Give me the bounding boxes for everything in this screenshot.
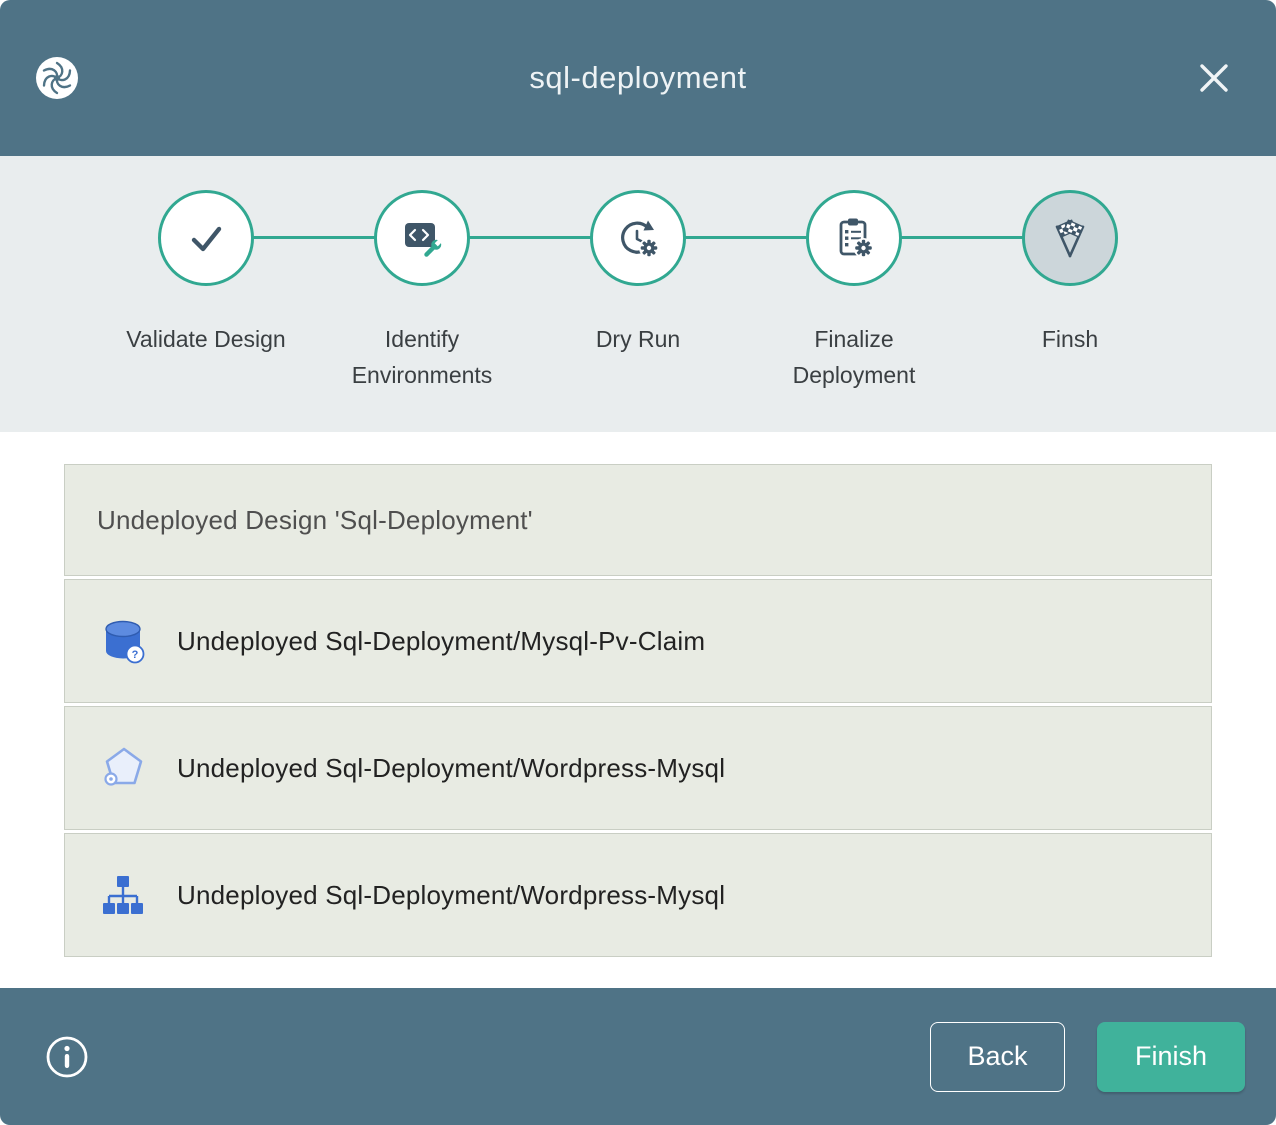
close-icon[interactable] xyxy=(1192,56,1236,100)
step-dry-run[interactable]: Dry Run xyxy=(530,190,746,393)
step-label: Dry Run xyxy=(596,322,680,358)
message-text: Undeployed Design 'Sql-Deployment' xyxy=(97,505,533,536)
history-gear-icon xyxy=(590,190,686,286)
info-icon[interactable] xyxy=(44,1034,90,1080)
node-type-icon xyxy=(97,742,149,794)
deployment-wizard-modal: sql-deployment Validate Design xyxy=(0,0,1276,1125)
topology-icon xyxy=(97,869,149,921)
code-wrench-icon xyxy=(374,190,470,286)
list-item: Undeployed Sql-Deployment/Wordpress-Mysq… xyxy=(64,833,1212,957)
list-item: ? Undeployed Sql-Deployment/Mysql-Pv-Cla… xyxy=(64,579,1212,703)
message-text: Undeployed Sql-Deployment/Wordpress-Mysq… xyxy=(177,753,725,784)
checkered-flags-icon xyxy=(1022,190,1118,286)
step-finish[interactable]: Finsh xyxy=(962,190,1178,393)
step-label: Finalize Deployment xyxy=(754,322,954,393)
modal-footer: Back Finish xyxy=(0,988,1276,1125)
modal-title: sql-deployment xyxy=(0,60,1276,96)
step-label: Identify Environments xyxy=(322,322,522,393)
clipboard-gear-icon xyxy=(806,190,902,286)
database-icon: ? xyxy=(97,615,149,667)
message-text: Undeployed Sql-Deployment/Mysql-Pv-Claim xyxy=(177,626,705,657)
step-label: Finsh xyxy=(1042,322,1098,358)
list-item: Undeployed Sql-Deployment/Wordpress-Mysq… xyxy=(64,706,1212,830)
app-logo-icon xyxy=(34,55,80,101)
list-item: Undeployed Design 'Sql-Deployment' xyxy=(64,464,1212,576)
back-button[interactable]: Back xyxy=(930,1022,1065,1092)
wizard-stepper: Validate Design xyxy=(0,156,1276,432)
finish-button[interactable]: Finish xyxy=(1097,1022,1245,1092)
deployment-messages-panel: Undeployed Design 'Sql-Deployment' ? Und… xyxy=(0,432,1276,988)
svg-text:?: ? xyxy=(132,649,139,661)
message-text: Undeployed Sql-Deployment/Wordpress-Mysq… xyxy=(177,880,725,911)
modal-header: sql-deployment xyxy=(0,0,1276,156)
step-finalize-deployment[interactable]: Finalize Deployment xyxy=(746,190,962,393)
step-identify-environments[interactable]: Identify Environments xyxy=(314,190,530,393)
step-label: Validate Design xyxy=(126,322,285,358)
check-icon xyxy=(158,190,254,286)
step-validate-design[interactable]: Validate Design xyxy=(98,190,314,393)
